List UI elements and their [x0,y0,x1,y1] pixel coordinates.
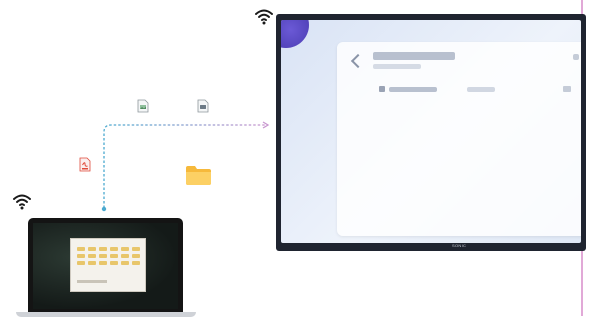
document-file-icon [197,99,209,113]
folder-icon [185,165,212,186]
file-tile [99,254,107,258]
file-tile [77,261,85,265]
file-tile [77,254,85,258]
laptop-screen [33,223,178,309]
pdf-file-icon [79,157,91,172]
file-tile [99,247,107,251]
file-tile [132,254,140,258]
file-tile [110,261,118,265]
file-tile [110,254,118,258]
file-tile [88,247,96,251]
file-tile [121,261,129,265]
window-footer [77,280,107,283]
image-file-icon [137,99,149,113]
file-tile [110,247,118,251]
laptop-base [16,312,196,317]
file-tile [77,247,85,251]
file-tile [99,261,107,265]
file-tile [88,261,96,265]
file-tile [121,254,129,258]
file-grid [77,247,140,265]
file-tile [121,247,129,251]
file-tile [88,254,96,258]
file-tile [132,247,140,251]
laptop-file-window [70,238,146,292]
file-tile [132,261,140,265]
